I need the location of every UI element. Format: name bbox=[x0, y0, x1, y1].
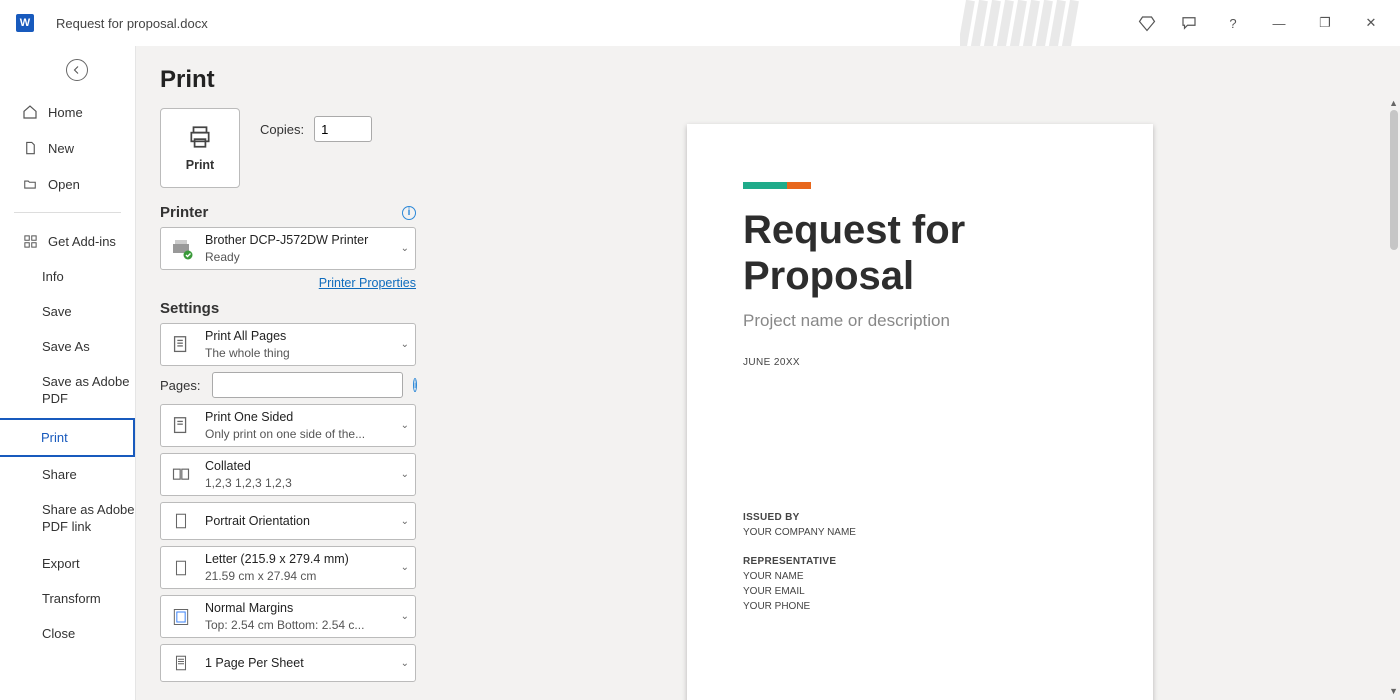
home-icon bbox=[22, 104, 38, 120]
print-settings-pane: Print Print Copies: Printer i Brother DC… bbox=[135, 46, 440, 700]
printer-properties-link[interactable]: Printer Properties bbox=[160, 276, 416, 290]
collate-icon bbox=[167, 461, 195, 489]
print-scope-dropdown[interactable]: Print All PagesThe whole thing ⌄ bbox=[160, 323, 416, 366]
sidebar-item-transform[interactable]: Transform bbox=[0, 581, 135, 616]
accent-bar bbox=[743, 182, 1097, 189]
printer-dropdown[interactable]: Brother DCP-J572DW Printer Ready ⌄ bbox=[160, 227, 416, 270]
pages-per-sheet-dropdown[interactable]: 1 Page Per Sheet ⌄ bbox=[160, 644, 416, 682]
sidebar-item-close[interactable]: Close bbox=[0, 616, 135, 651]
printer-icon bbox=[185, 124, 215, 150]
pages-label: Pages: bbox=[160, 378, 202, 393]
addins-icon bbox=[22, 233, 38, 249]
scrollbar-thumb[interactable] bbox=[1390, 110, 1398, 250]
sidebar-item-export[interactable]: Export bbox=[0, 546, 135, 581]
document-meta: ISSUED BY YOUR COMPANY NAME REPRESENTATI… bbox=[743, 496, 856, 614]
chevron-down-icon: ⌄ bbox=[401, 516, 409, 527]
open-icon bbox=[22, 176, 38, 192]
sidebar-item-saveas[interactable]: Save As bbox=[0, 329, 135, 364]
sidebar-item-savepdf[interactable]: Save as Adobe PDF bbox=[0, 364, 135, 418]
margins-dropdown[interactable]: Normal MarginsTop: 2.54 cm Bottom: 2.54 … bbox=[160, 595, 416, 638]
chevron-down-icon: ⌄ bbox=[401, 420, 409, 431]
sheet-icon bbox=[167, 649, 195, 677]
close-button[interactable]: ✕ bbox=[1360, 15, 1382, 31]
collate-dropdown[interactable]: Collated1,2,3 1,2,3 1,2,3 ⌄ bbox=[160, 453, 416, 496]
chevron-down-icon: ⌄ bbox=[401, 658, 409, 669]
sidebar-item-addins[interactable]: Get Add-ins bbox=[0, 223, 135, 259]
document-title: Request for Proposal bbox=[743, 207, 1097, 299]
one-sided-icon bbox=[167, 412, 195, 440]
info-icon[interactable]: i bbox=[413, 378, 417, 392]
sidebar-item-print[interactable]: Print bbox=[0, 418, 135, 457]
sidebar-item-info[interactable]: Info bbox=[0, 259, 135, 294]
printer-section-label: Printer bbox=[160, 204, 208, 221]
sidebar-item-save[interactable]: Save bbox=[0, 294, 135, 329]
portrait-icon bbox=[167, 507, 195, 535]
document-subtitle: Project name or description bbox=[743, 311, 1097, 331]
minimize-button[interactable]: — bbox=[1268, 16, 1290, 31]
pages-input[interactable] bbox=[212, 372, 403, 398]
paper-icon bbox=[167, 554, 195, 582]
sides-dropdown[interactable]: Print One SidedOnly print on one side of… bbox=[160, 404, 416, 447]
print-heading: Print bbox=[160, 66, 416, 94]
sidebar-item-new[interactable]: New bbox=[0, 130, 135, 166]
sidebar-item-sharepdf[interactable]: Share as Adobe PDF link bbox=[0, 492, 135, 546]
print-preview-area: ▲ ▼ Request for Proposal Project name or… bbox=[440, 46, 1400, 700]
scroll-up-icon[interactable]: ▲ bbox=[1389, 98, 1398, 108]
copies-label: Copies: bbox=[260, 122, 304, 137]
info-icon[interactable]: i bbox=[402, 206, 416, 220]
pages-icon bbox=[167, 331, 195, 359]
settings-section-label: Settings bbox=[160, 300, 219, 317]
print-button[interactable]: Print bbox=[160, 108, 240, 188]
document-filename: Request for proposal.docx bbox=[56, 16, 208, 31]
chevron-down-icon: ⌄ bbox=[401, 562, 409, 573]
premium-icon[interactable] bbox=[1138, 14, 1156, 32]
chevron-down-icon: ⌄ bbox=[401, 611, 409, 622]
titlebar: W Request for proposal.docx ? — ❐ ✕ bbox=[0, 0, 1400, 46]
copies-input[interactable] bbox=[314, 116, 372, 142]
back-button[interactable] bbox=[66, 59, 88, 81]
comments-icon[interactable] bbox=[1180, 14, 1198, 32]
preview-page: Request for Proposal Project name or des… bbox=[687, 124, 1153, 700]
sidebar-item-share[interactable]: Share bbox=[0, 457, 135, 492]
sidebar-item-open[interactable]: Open bbox=[0, 166, 135, 202]
new-icon bbox=[22, 140, 38, 156]
sidebar-item-home[interactable]: Home bbox=[0, 94, 135, 130]
paper-size-dropdown[interactable]: Letter (215.9 x 279.4 mm)21.59 cm x 27.9… bbox=[160, 546, 416, 589]
maximize-button[interactable]: ❐ bbox=[1314, 15, 1336, 31]
word-app-icon: W bbox=[16, 14, 34, 32]
chevron-down-icon: ⌄ bbox=[401, 243, 409, 254]
document-date: JUNE 20XX bbox=[743, 357, 1097, 368]
margins-icon bbox=[167, 603, 195, 631]
chevron-down-icon: ⌄ bbox=[401, 339, 409, 350]
orientation-dropdown[interactable]: Portrait Orientation ⌄ bbox=[160, 502, 416, 540]
help-icon[interactable]: ? bbox=[1222, 16, 1244, 31]
printer-status-icon bbox=[167, 235, 195, 263]
scroll-down-icon[interactable]: ▼ bbox=[1389, 686, 1398, 696]
chevron-down-icon: ⌄ bbox=[401, 469, 409, 480]
